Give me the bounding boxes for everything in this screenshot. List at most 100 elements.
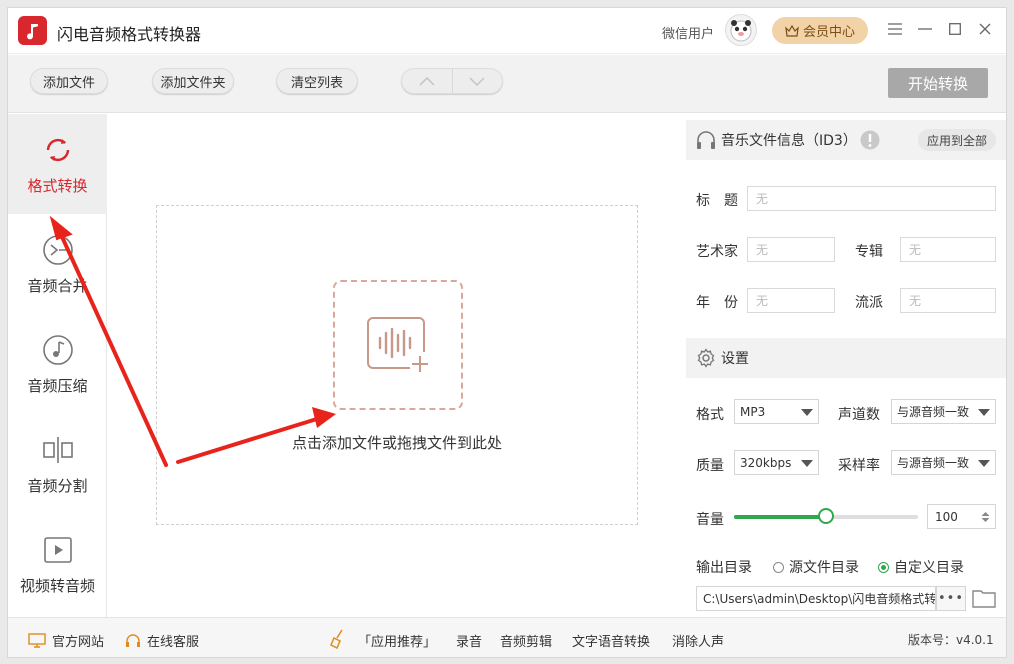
record-link[interactable]: 录音	[456, 631, 482, 650]
output-dir-label: 输出目录	[696, 560, 752, 576]
channels-label: 声道数	[838, 407, 880, 423]
drop-hint: 点击添加文件或拖拽文件到此处	[291, 434, 502, 452]
video-play-icon	[41, 533, 75, 567]
year-field[interactable]: 无	[747, 288, 835, 313]
volume-slider-fill	[734, 515, 826, 519]
nav-item-format-convert[interactable]: 格式转换	[8, 114, 107, 214]
album-field[interactable]: 无	[900, 237, 996, 262]
vip-center-button[interactable]: 会员中心	[772, 17, 868, 44]
add-audio-icon[interactable]	[333, 280, 463, 410]
volume-value: 100	[935, 509, 958, 524]
close-icon[interactable]	[974, 18, 996, 40]
title-label: 标 题	[696, 193, 738, 209]
samplerate-value: 与源音频一致	[897, 456, 970, 470]
nav-label: 音频分割	[27, 476, 88, 495]
output-path-field[interactable]: C:\Users\admin\Desktop\闪电音频格式转	[696, 586, 936, 611]
monitor-icon	[28, 633, 46, 648]
status-bar: 官方网站 在线客服 「应用推荐」 录音 音频剪辑 文字语音转换 消除人声 版本号…	[8, 617, 1006, 657]
minimize-icon[interactable]	[914, 18, 936, 40]
id3-title: 音乐文件信息（ID3）	[721, 133, 857, 149]
settings-header: 设置	[686, 338, 1006, 378]
vip-center-label: 会员中心	[802, 25, 855, 40]
quality-select[interactable]: 320kbps	[734, 450, 819, 475]
merge-icon	[41, 233, 75, 267]
quality-value: 320kbps	[740, 455, 792, 470]
nav-item-audio-merge[interactable]: 音频合并	[8, 214, 107, 314]
output-custom-label: 自定义目录	[894, 560, 964, 576]
avatar[interactable]	[725, 14, 757, 46]
nav-label: 视频转音频	[19, 576, 95, 595]
clear-list-button[interactable]: 清空列表	[276, 68, 358, 94]
samplerate-select[interactable]: 与源音频一致	[891, 450, 996, 475]
move-up-icon[interactable]	[402, 69, 453, 93]
spinner-icon[interactable]	[981, 511, 990, 523]
radio-dot	[878, 561, 889, 573]
apply-to-all-button[interactable]: 应用到全部	[918, 129, 996, 151]
channels-value: 与源音频一致	[897, 405, 970, 419]
move-down-icon[interactable]	[453, 69, 503, 93]
start-convert-button[interactable]: 开始转换	[888, 68, 988, 98]
volume-slider[interactable]	[734, 508, 918, 524]
info-icon[interactable]	[860, 130, 880, 150]
volume-slider-thumb[interactable]	[818, 508, 834, 524]
broom-icon	[330, 629, 343, 649]
left-nav: 格式转换 音频合并 音频压缩 音频分割 视频转音频	[8, 114, 107, 617]
add-file-button[interactable]: 添加文件	[30, 68, 108, 94]
format-label: 格式	[696, 407, 724, 423]
user-name[interactable]: 微信用户	[662, 23, 714, 42]
nav-item-video-to-audio[interactable]: 视频转音频	[8, 514, 107, 614]
headphones-icon	[697, 131, 715, 149]
move-buttons	[401, 68, 503, 94]
nav-item-audio-split[interactable]: 音频分割	[8, 414, 107, 514]
refresh-icon	[41, 133, 75, 167]
samplerate-label: 采样率	[838, 458, 880, 474]
vocal-remove-link[interactable]: 消除人声	[672, 631, 724, 650]
artist-label: 艺术家	[696, 244, 738, 260]
title-bar: 闪电音频格式转换器 微信用户 会员中心	[8, 8, 1006, 54]
split-icon	[41, 433, 75, 467]
service-link[interactable]: 在线客服	[125, 631, 199, 650]
genre-field[interactable]: 无	[900, 288, 996, 313]
volume-input[interactable]: 100	[927, 504, 996, 529]
toolbar: 添加文件 添加文件夹 清空列表 开始转换	[8, 55, 1006, 113]
maximize-icon[interactable]	[944, 18, 966, 40]
properties-panel: 音乐文件信息（ID3） 应用到全部 标 题 无 艺术家 无 专辑 无 年 份 无…	[686, 114, 1006, 617]
genre-label: 流派	[855, 295, 883, 311]
artist-field[interactable]: 无	[747, 237, 835, 262]
nav-label: 格式转换	[27, 176, 88, 195]
menu-icon[interactable]	[884, 18, 906, 40]
add-folder-button[interactable]: 添加文件夹	[152, 68, 234, 94]
title-field[interactable]: 无	[747, 186, 996, 211]
radio-dot	[773, 561, 784, 573]
id3-header: 音乐文件信息（ID3） 应用到全部	[686, 120, 1006, 160]
headset-icon	[126, 633, 140, 647]
app-title: 闪电音频格式转换器	[57, 25, 202, 44]
crown-icon	[785, 24, 799, 37]
website-link[interactable]: 官方网站	[28, 631, 104, 650]
nav-item-audio-compress[interactable]: 音频压缩	[8, 314, 107, 414]
drop-zone[interactable]: 点击添加文件或拖拽文件到此处	[156, 205, 638, 525]
service-label: 在线客服	[147, 635, 200, 650]
version-label: 版本号：v4.0.1	[908, 633, 994, 647]
output-source-label: 源文件目录	[789, 560, 859, 576]
volume-label: 音量	[696, 512, 724, 528]
quality-label: 质量	[696, 458, 724, 474]
format-value: MP3	[740, 404, 766, 419]
settings-title: 设置	[721, 351, 749, 367]
recommend-label: 「应用推荐」	[358, 635, 437, 650]
website-label: 官方网站	[52, 635, 105, 650]
music-note-icon	[41, 333, 75, 367]
folder-icon[interactable]	[972, 588, 996, 608]
nav-label: 音频压缩	[27, 376, 88, 395]
output-source-radio[interactable]: 源文件目录	[773, 557, 859, 577]
browse-button[interactable]: •••	[936, 586, 966, 611]
chevron-down-icon	[801, 460, 813, 467]
gear-icon	[697, 348, 715, 368]
year-label: 年 份	[696, 295, 738, 311]
audio-edit-link[interactable]: 音频剪辑	[500, 631, 552, 650]
tts-link[interactable]: 文字语音转换	[572, 631, 650, 650]
file-list-area: 点击添加文件或拖拽文件到此处	[108, 114, 686, 617]
output-custom-radio[interactable]: 自定义目录	[878, 557, 964, 577]
format-select[interactable]: MP3	[734, 399, 819, 424]
channels-select[interactable]: 与源音频一致	[891, 399, 996, 424]
